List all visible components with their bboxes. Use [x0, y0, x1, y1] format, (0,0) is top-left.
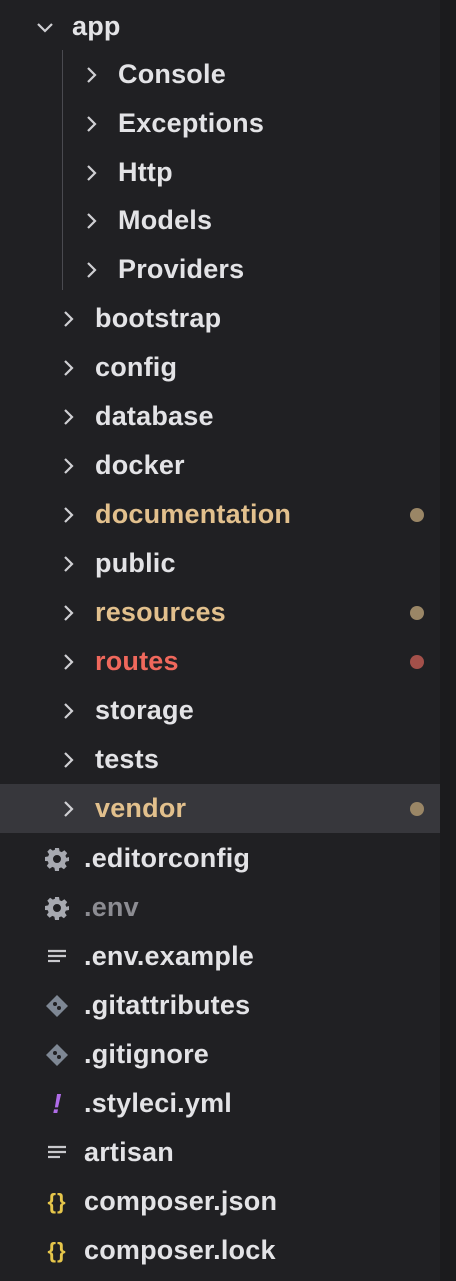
scrollbar[interactable]: [440, 0, 456, 1281]
folder-label: public: [95, 548, 176, 578]
folder-label: Exceptions: [118, 108, 265, 138]
folder-database[interactable]: database: [0, 392, 440, 441]
git-icon: [44, 1042, 70, 1068]
file-env[interactable]: .env: [0, 883, 440, 932]
git-icon: [44, 993, 70, 1019]
folder-label: tests: [95, 744, 160, 774]
folder-label: Models: [118, 205, 213, 235]
file-artisan[interactable]: artisan: [0, 1128, 440, 1177]
folder-models[interactable]: Models: [0, 196, 440, 245]
folder-label: documentation: [95, 499, 292, 529]
folder-config[interactable]: config: [0, 343, 440, 392]
folder-label: config: [95, 352, 178, 382]
chevron-right-icon: [80, 210, 102, 232]
chevron-right-icon: [57, 700, 79, 722]
file-label: .gitattributes: [84, 990, 251, 1020]
file-gitattributes[interactable]: .gitattributes: [0, 981, 440, 1030]
folder-label: Providers: [118, 254, 245, 284]
chevron-right-icon: [57, 553, 79, 575]
folder-exceptions[interactable]: Exceptions: [0, 99, 440, 148]
chevron-down-icon: [34, 16, 56, 38]
file-label: composer.json: [84, 1186, 278, 1216]
chevron-right-icon: [80, 162, 102, 184]
file-editorconfig[interactable]: .editorconfig: [0, 834, 440, 883]
json-icon: {}: [47, 1237, 67, 1263]
folder-label: docker: [95, 450, 185, 480]
folder-storage[interactable]: storage: [0, 686, 440, 735]
folder-providers[interactable]: Providers: [0, 245, 440, 294]
chevron-right-icon: [57, 602, 79, 624]
file-label: .styleci.yml: [84, 1088, 232, 1118]
chevron-right-icon: [80, 64, 102, 86]
file-label: composer.lock: [84, 1235, 276, 1265]
gear-icon: [44, 895, 70, 921]
yaml-icon: !: [52, 1087, 62, 1119]
file-label: .editorconfig: [84, 843, 251, 873]
folder-resources[interactable]: resources: [0, 588, 440, 637]
folder-label: storage: [95, 695, 194, 725]
git-error-badge: [410, 654, 424, 669]
git-modified-badge: [410, 507, 424, 522]
folder-label: Console: [118, 59, 226, 89]
file-explorer-tree: app Console Exceptions Http Models Provi…: [0, 0, 440, 1281]
chevron-right-icon: [57, 406, 79, 428]
chevron-right-icon: [57, 455, 79, 477]
lines-icon: [44, 1140, 70, 1166]
folder-vendor[interactable]: vendor: [0, 784, 440, 833]
json-icon: {}: [47, 1188, 67, 1214]
chevron-right-icon: [57, 651, 79, 673]
chevron-right-icon: [57, 798, 79, 820]
git-modified-badge: [410, 605, 424, 620]
folder-label: bootstrap: [95, 303, 222, 333]
chevron-right-icon: [57, 504, 79, 526]
chevron-right-icon: [80, 113, 102, 135]
folder-tests[interactable]: tests: [0, 735, 440, 784]
chevron-right-icon: [80, 259, 102, 281]
file-gitignore[interactable]: .gitignore: [0, 1030, 440, 1079]
folder-docker[interactable]: docker: [0, 441, 440, 490]
folder-documentation[interactable]: documentation: [0, 490, 440, 539]
folder-label: Http: [118, 157, 173, 187]
file-composer-json[interactable]: {} composer.json: [0, 1177, 440, 1226]
file-label: .gitignore: [84, 1039, 209, 1069]
chevron-right-icon: [57, 357, 79, 379]
file-env-example[interactable]: .env.example: [0, 932, 440, 981]
folder-label: database: [95, 401, 214, 431]
git-modified-badge: [410, 801, 424, 816]
folder-app[interactable]: app: [0, 2, 440, 51]
folder-public[interactable]: public: [0, 539, 440, 588]
folder-bootstrap[interactable]: bootstrap: [0, 294, 440, 343]
folder-label: routes: [95, 646, 179, 676]
file-label: .env: [84, 892, 139, 922]
folder-label: resources: [95, 597, 226, 627]
folder-label: vendor: [95, 793, 187, 823]
lines-icon: [44, 944, 70, 970]
folder-label: app: [72, 11, 121, 41]
folder-console[interactable]: Console: [0, 50, 440, 99]
chevron-right-icon: [57, 749, 79, 771]
chevron-right-icon: [57, 308, 79, 330]
folder-http[interactable]: Http: [0, 148, 440, 197]
file-styleci-yml[interactable]: ! .styleci.yml: [0, 1079, 440, 1128]
file-label: artisan: [84, 1137, 174, 1167]
file-label: .env.example: [84, 941, 254, 971]
folder-routes[interactable]: routes: [0, 637, 440, 686]
file-composer-lock[interactable]: {} composer.lock: [0, 1226, 440, 1275]
gear-icon: [44, 846, 70, 872]
